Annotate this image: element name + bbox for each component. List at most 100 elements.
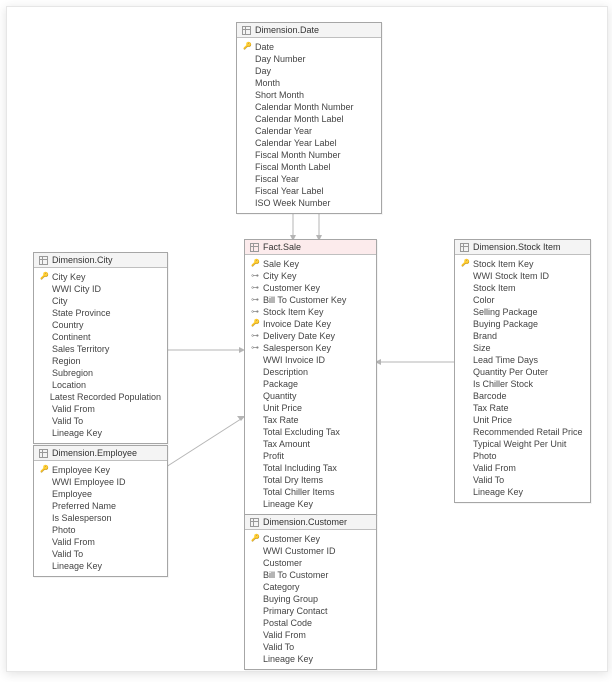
column-row[interactable]: Valid From [40, 403, 161, 415]
table-header[interactable]: Dimension.Date [237, 23, 381, 38]
column-row[interactable]: Total Dry Items [251, 474, 370, 486]
column-row[interactable]: Unit Price [251, 402, 370, 414]
column-row[interactable]: Unit Price [461, 414, 584, 426]
column-row[interactable]: Country [40, 319, 161, 331]
column-row[interactable]: Selling Package [461, 306, 584, 318]
column-row[interactable]: Employee [40, 488, 161, 500]
column-row[interactable]: Buying Package [461, 318, 584, 330]
column-row[interactable]: 🔑Invoice Date Key [251, 318, 370, 330]
column-row[interactable]: Fiscal Month Label [243, 161, 375, 173]
column-row[interactable]: Continent [40, 331, 161, 343]
column-row[interactable]: Valid From [251, 629, 370, 641]
column-row[interactable]: Calendar Year [243, 125, 375, 137]
column-row[interactable]: Lineage Key [461, 486, 584, 498]
column-row[interactable]: Quantity Per Outer [461, 366, 584, 378]
column-row[interactable]: Calendar Month Label [243, 113, 375, 125]
column-row[interactable]: Is Salesperson [40, 512, 161, 524]
column-row[interactable]: Month [243, 77, 375, 89]
table-dimension-stock-item[interactable]: Dimension.Stock Item 🔑Stock Item KeyWWI … [454, 239, 591, 503]
column-row[interactable]: Category [251, 581, 370, 593]
column-row[interactable]: Valid To [40, 415, 161, 427]
table-dimension-employee[interactable]: Dimension.Employee 🔑Employee KeyWWI Empl… [33, 445, 168, 577]
column-row[interactable]: Is Chiller Stock [461, 378, 584, 390]
column-row[interactable]: Description [251, 366, 370, 378]
table-header[interactable]: Fact.Sale [245, 240, 376, 255]
column-row[interactable]: Tax Rate [251, 414, 370, 426]
table-header[interactable]: Dimension.Customer [245, 515, 376, 530]
column-row[interactable]: Lineage Key [251, 498, 370, 510]
column-row[interactable]: Short Month [243, 89, 375, 101]
column-row[interactable]: ⊶Salesperson Key [251, 342, 370, 354]
diagram-canvas[interactable]: Dimension.Date 🔑DateDay NumberDayMonthSh… [6, 6, 608, 672]
column-row[interactable]: Photo [40, 524, 161, 536]
column-row[interactable]: WWI Employee ID [40, 476, 161, 488]
column-row[interactable]: Day Number [243, 53, 375, 65]
column-row[interactable]: WWI Invoice ID [251, 354, 370, 366]
table-header[interactable]: Dimension.Stock Item [455, 240, 590, 255]
column-row[interactable]: Subregion [40, 367, 161, 379]
column-row[interactable]: Buying Group [251, 593, 370, 605]
column-row[interactable]: Fiscal Month Number [243, 149, 375, 161]
column-row[interactable]: Primary Contact [251, 605, 370, 617]
table-header[interactable]: Dimension.Employee [34, 446, 167, 461]
column-row[interactable]: Lineage Key [40, 560, 161, 572]
column-row[interactable]: Calendar Month Number [243, 101, 375, 113]
column-row[interactable]: Barcode [461, 390, 584, 402]
column-row[interactable]: Total Excluding Tax [251, 426, 370, 438]
column-row[interactable]: Fiscal Year [243, 173, 375, 185]
column-row[interactable]: Bill To Customer [251, 569, 370, 581]
column-row[interactable]: Profit [251, 450, 370, 462]
column-row[interactable]: Preferred Name [40, 500, 161, 512]
table-fact-sale[interactable]: Fact.Sale 🔑Sale Key⊶City Key⊶Customer Ke… [244, 239, 377, 515]
column-row[interactable]: Brand [461, 330, 584, 342]
column-row[interactable]: Calendar Year Label [243, 137, 375, 149]
column-row[interactable]: Lineage Key [251, 653, 370, 665]
table-header[interactable]: Dimension.City [34, 253, 167, 268]
column-row[interactable]: State Province [40, 307, 161, 319]
column-row[interactable]: Lineage Key [40, 427, 161, 439]
column-row[interactable]: Tax Amount [251, 438, 370, 450]
column-row[interactable]: Total Including Tax [251, 462, 370, 474]
column-row[interactable]: 🔑Stock Item Key [461, 258, 584, 270]
column-row[interactable]: ⊶Bill To Customer Key [251, 294, 370, 306]
column-row[interactable]: WWI City ID [40, 283, 161, 295]
column-row[interactable]: ⊶Delivery Date Key [251, 330, 370, 342]
column-row[interactable]: ISO Week Number [243, 197, 375, 209]
column-row[interactable]: Latest Recorded Population [40, 391, 161, 403]
column-row[interactable]: Day [243, 65, 375, 77]
column-row[interactable]: Lead Time Days [461, 354, 584, 366]
table-dimension-date[interactable]: Dimension.Date 🔑DateDay NumberDayMonthSh… [236, 22, 382, 214]
column-row[interactable]: Valid From [40, 536, 161, 548]
column-row[interactable]: Region [40, 355, 161, 367]
column-row[interactable]: Valid To [40, 548, 161, 560]
column-row[interactable]: WWI Stock Item ID [461, 270, 584, 282]
column-row[interactable]: Package [251, 378, 370, 390]
column-row[interactable]: Stock Item [461, 282, 584, 294]
column-row[interactable]: WWI Customer ID [251, 545, 370, 557]
column-row[interactable]: Color [461, 294, 584, 306]
column-row[interactable]: 🔑Customer Key [251, 533, 370, 545]
column-row[interactable]: Recommended Retail Price [461, 426, 584, 438]
column-row[interactable]: ⊶City Key [251, 270, 370, 282]
column-row[interactable]: 🔑City Key [40, 271, 161, 283]
column-row[interactable]: Photo [461, 450, 584, 462]
column-row[interactable]: Size [461, 342, 584, 354]
column-row[interactable]: Valid From [461, 462, 584, 474]
column-row[interactable]: Fiscal Year Label [243, 185, 375, 197]
column-row[interactable]: Sales Territory [40, 343, 161, 355]
column-row[interactable]: 🔑Employee Key [40, 464, 161, 476]
column-row[interactable]: Valid To [251, 641, 370, 653]
column-row[interactable]: Location [40, 379, 161, 391]
column-row[interactable]: City [40, 295, 161, 307]
column-row[interactable]: 🔑Sale Key [251, 258, 370, 270]
table-dimension-city[interactable]: Dimension.City 🔑City KeyWWI City IDCityS… [33, 252, 168, 444]
column-row[interactable]: 🔑Date [243, 41, 375, 53]
column-row[interactable]: Typical Weight Per Unit [461, 438, 584, 450]
column-row[interactable]: ⊶Stock Item Key [251, 306, 370, 318]
column-row[interactable]: ⊶Customer Key [251, 282, 370, 294]
column-row[interactable]: Customer [251, 557, 370, 569]
column-row[interactable]: Postal Code [251, 617, 370, 629]
column-row[interactable]: Valid To [461, 474, 584, 486]
column-row[interactable]: Tax Rate [461, 402, 584, 414]
table-dimension-customer[interactable]: Dimension.Customer 🔑Customer KeyWWI Cust… [244, 514, 377, 670]
